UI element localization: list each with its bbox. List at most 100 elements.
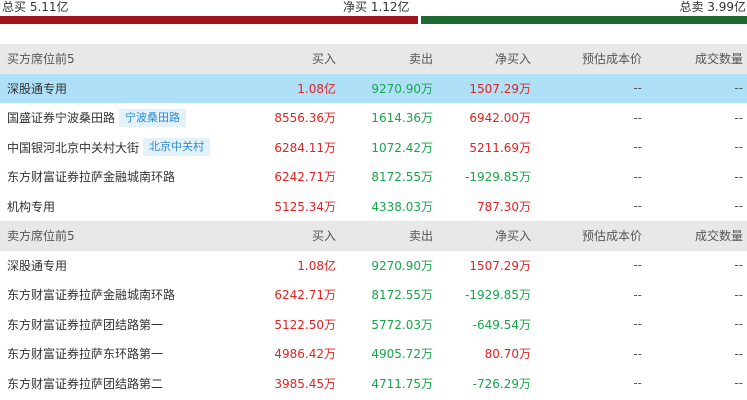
seat-name[interactable]: 东方财富证券拉萨团结路第一 [7, 310, 163, 340]
net-buy-label: 净买 1.12亿 [343, 0, 410, 14]
trade-qty: -- [734, 199, 743, 214]
seat-name-text[interactable]: 中国银河北京中关村大街 [7, 139, 139, 156]
sell-amount: 8172.55万 [371, 170, 433, 185]
sell-seat-row[interactable]: 东方财富证券拉萨东环路第一 4986.42万 4905.72万 80.70万 -- -- [0, 339, 747, 369]
net-amount: -1929.85万 [465, 170, 531, 185]
sell-amount: 1614.36万 [371, 111, 433, 126]
net-amount: -726.29万 [472, 376, 531, 391]
buy-amount: 6242.71万 [274, 288, 336, 303]
sell-amount: 4905.72万 [371, 347, 433, 362]
col-qty-header: 成交数量 [694, 229, 743, 244]
est-cost: -- [633, 199, 642, 214]
buy-seat-row[interactable]: 深股通专用 1.08亿 9270.90万 1507.29万 -- -- [0, 73, 747, 104]
est-cost: -- [633, 169, 642, 184]
est-cost: -- [633, 376, 642, 391]
trade-qty: -- [734, 346, 743, 361]
seat-name[interactable]: 东方财富证券拉萨东环路第一 [7, 339, 163, 369]
seat-name[interactable]: 深股通专用 [7, 251, 67, 281]
sell-amount: 9270.90万 [371, 258, 433, 273]
trade-qty: -- [734, 317, 743, 332]
col-sell-header: 卖出 [408, 52, 433, 67]
trade-qty: -- [734, 81, 743, 96]
seat-name-text[interactable]: 机构专用 [7, 198, 55, 215]
seat-name-text[interactable]: 东方财富证券拉萨团结路第一 [7, 316, 163, 333]
total-buy-label: 总买 5.11亿 [2, 0, 69, 14]
summary-bar: 总买 5.11亿 净买 1.12亿 总卖 3.99亿 [0, 0, 747, 24]
sell-amount: 1072.42万 [371, 140, 433, 155]
buy-amount: 6242.71万 [274, 170, 336, 185]
buy-seat-row[interactable]: 国盛证券宁波桑田路 宁波桑田路 8556.36万 1614.36万 6942.00万 --… [0, 103, 747, 133]
est-cost: -- [633, 346, 642, 361]
buy-amount: 5125.34万 [274, 199, 336, 214]
col-cost-header: 预估成本价 [581, 52, 642, 67]
sell-seat-row[interactable]: 深股通专用 1.08亿 9270.90万 1507.29万 -- -- [0, 251, 747, 281]
buy-amount: 4986.42万 [274, 347, 336, 362]
buy-section-header: 买方席位前5 买入 卖出 净买入 预估成本价 成交数量 [0, 44, 747, 74]
est-cost: -- [633, 110, 642, 125]
buy-amount: 6284.11万 [274, 140, 336, 155]
seat-name-text[interactable]: 国盛证券宁波桑田路 [7, 109, 115, 126]
seat-tag[interactable]: 北京中关村 [143, 138, 211, 157]
seat-name-text[interactable]: 东方财富证券拉萨团结路第二 [7, 375, 163, 392]
seat-name-text[interactable]: 东方财富证券拉萨金融城南环路 [7, 168, 175, 185]
trade-qty: -- [734, 110, 743, 125]
sell-seat-row[interactable]: 东方财富证券拉萨团结路第一 5122.50万 5772.03万 -649.54万 -- -… [0, 310, 747, 340]
total-sell-label: 总卖 3.99亿 [679, 0, 746, 14]
seat-name-text[interactable]: 东方财富证券拉萨金融城南环路 [7, 286, 175, 303]
net-amount: 1507.29万 [469, 258, 531, 273]
buy-amount: 8556.36万 [274, 111, 336, 126]
buy-section-title: 买方席位前5 [7, 52, 75, 67]
sell-seat-row[interactable]: 东方财富证券拉萨团结路第二 3985.45万 4711.75万 -726.29万 -- -… [0, 369, 747, 399]
col-net-header: 净买入 [494, 52, 531, 67]
est-cost: -- [633, 258, 642, 273]
seat-name-text[interactable]: 深股通专用 [7, 257, 67, 274]
sell-section-header: 卖方席位前5 买入 卖出 净买入 预估成本价 成交数量 [0, 221, 747, 251]
trade-qty: -- [734, 258, 743, 273]
buy-ratio-bar [0, 16, 418, 24]
col-cost-header: 预估成本价 [581, 229, 642, 244]
seat-name[interactable]: 机构专用 [7, 192, 55, 222]
sell-amount: 9270.90万 [371, 81, 433, 96]
est-cost: -- [633, 287, 642, 302]
trade-qty: -- [734, 140, 743, 155]
col-sell-header: 卖出 [408, 229, 433, 244]
buy-amount: 1.08亿 [297, 81, 336, 96]
seat-name-text[interactable]: 深股通专用 [7, 80, 67, 97]
sell-ratio-bar [421, 16, 747, 24]
est-cost: -- [633, 317, 642, 332]
net-amount: 787.30万 [477, 199, 531, 214]
trade-qty: -- [734, 287, 743, 302]
seat-name[interactable]: 东方财富证券拉萨团结路第二 [7, 369, 163, 399]
col-qty-header: 成交数量 [694, 52, 743, 67]
est-cost: -- [633, 140, 642, 155]
seat-name[interactable]: 深股通专用 [7, 74, 67, 104]
sell-amount: 5772.03万 [371, 317, 433, 332]
sell-amount: 8172.55万 [371, 288, 433, 303]
col-buy-header: 买入 [311, 52, 336, 67]
seat-name[interactable]: 东方财富证券拉萨金融城南环路 [7, 280, 175, 310]
col-net-header: 净买入 [494, 229, 531, 244]
buy-amount: 3985.45万 [274, 376, 336, 391]
seat-tag[interactable]: 宁波桑田路 [119, 108, 187, 127]
net-amount: 1507.29万 [469, 81, 531, 96]
buy-amount: 1.08亿 [297, 258, 336, 273]
seat-name[interactable]: 东方财富证券拉萨金融城南环路 [7, 162, 175, 192]
col-buy-header: 买入 [311, 229, 336, 244]
est-cost: -- [633, 81, 642, 96]
seat-name[interactable]: 中国银河北京中关村大街 北京中关村 [7, 133, 211, 163]
trade-qty: -- [734, 169, 743, 184]
net-amount: 5211.69万 [469, 140, 531, 155]
net-amount: 80.70万 [484, 347, 531, 362]
sell-section-title: 卖方席位前5 [7, 229, 75, 244]
buy-seat-row[interactable]: 中国银河北京中关村大街 北京中关村 6284.11万 1072.42万 5211.69万… [0, 133, 747, 163]
net-amount: -649.54万 [472, 317, 531, 332]
seat-name[interactable]: 国盛证券宁波桑田路 宁波桑田路 [7, 103, 187, 133]
buy-seat-row[interactable]: 东方财富证券拉萨金融城南环路 6242.71万 8172.55万 -1929.85万 -… [0, 162, 747, 192]
net-amount: 6942.00万 [469, 111, 531, 126]
net-amount: -1929.85万 [465, 288, 531, 303]
trade-qty: -- [734, 376, 743, 391]
buy-amount: 5122.50万 [274, 317, 336, 332]
seat-name-text[interactable]: 东方财富证券拉萨东环路第一 [7, 345, 163, 362]
buy-seat-row[interactable]: 机构专用 5125.34万 4338.03万 787.30万 -- -- [0, 192, 747, 222]
sell-seat-row[interactable]: 东方财富证券拉萨金融城南环路 6242.71万 8172.55万 -1929.85万 -… [0, 280, 747, 310]
